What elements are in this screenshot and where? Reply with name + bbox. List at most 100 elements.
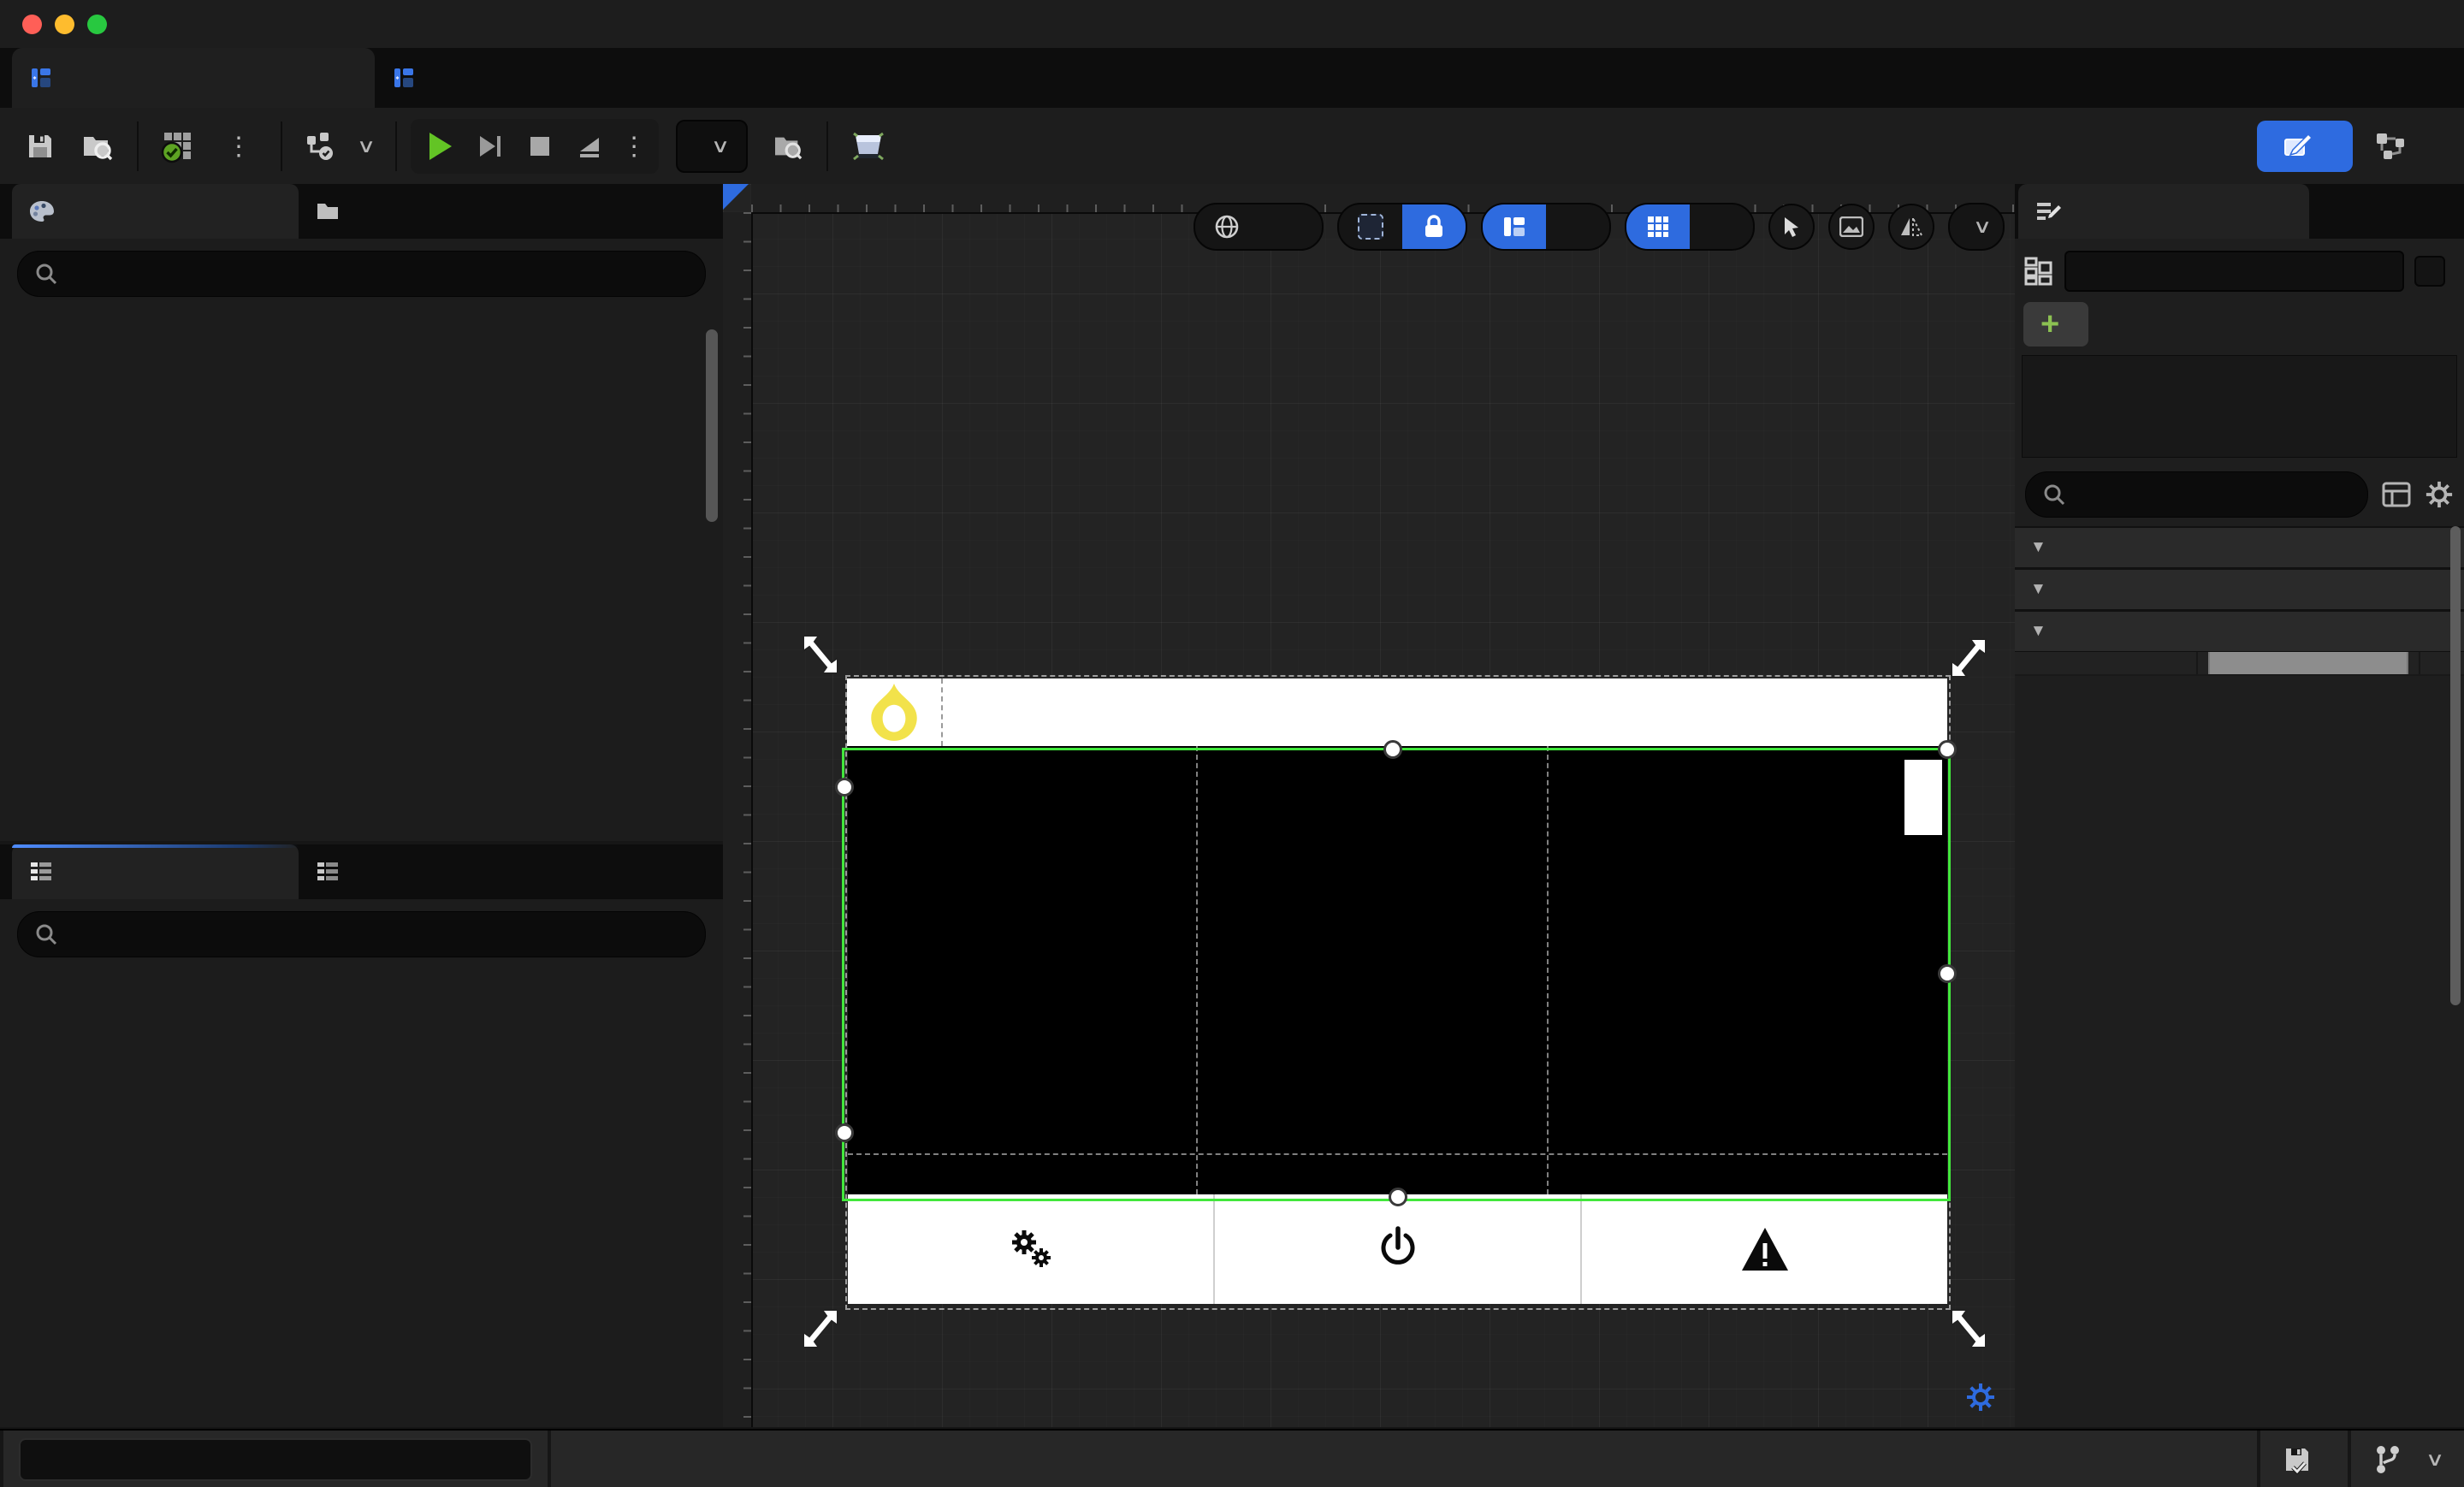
diff-button[interactable]: ∨ <box>291 119 387 174</box>
resize-handle-bottom-right[interactable] <box>1945 1306 1991 1353</box>
cursor-icon <box>1784 217 1798 237</box>
image-icon <box>1839 216 1863 237</box>
preview-background-button[interactable] <box>1827 204 1875 250</box>
mirror-icon <box>1900 217 1923 236</box>
palette-search-input[interactable] <box>17 251 706 297</box>
clipped-property-row <box>2015 652 2464 676</box>
handle-left-upper[interactable] <box>835 778 854 797</box>
debug-object-dropdown[interactable]: ∨ <box>676 120 749 173</box>
handle-left-lower[interactable] <box>835 1123 854 1142</box>
revision-control-button[interactable]: ∨ <box>2350 1431 2464 1487</box>
lock-button[interactable] <box>1401 204 1466 249</box>
dpi-scale <box>1953 1382 1996 1413</box>
window-controls[interactable] <box>22 14 107 34</box>
widget-blueprint-icon <box>31 67 53 89</box>
tab-wbp-cardentry[interactable] <box>375 48 448 108</box>
frame-skip-icon <box>480 136 501 157</box>
display-filter-icon[interactable] <box>2382 482 2411 507</box>
details-scrollbar[interactable] <box>2450 526 2461 1005</box>
widget-bind-icon <box>316 861 340 883</box>
vertical-ruler <box>723 212 753 1427</box>
hierarchy-panel <box>0 844 723 1427</box>
handle-bottom-center[interactable] <box>1389 1188 1407 1206</box>
asset-tab-bar <box>0 48 2464 108</box>
handle-top-right[interactable] <box>1938 740 1957 759</box>
handle-right-middle[interactable] <box>1938 964 1957 983</box>
section-slot[interactable]: ▼ <box>2015 526 2464 568</box>
tab-wbp-menu[interactable] <box>12 48 375 108</box>
search-icon <box>36 924 57 945</box>
tab-hierarchy[interactable] <box>12 844 299 899</box>
designer-icon <box>2284 133 2313 157</box>
section-accessibility[interactable]: ▼ <box>2015 610 2464 652</box>
globe-icon <box>1215 215 1239 239</box>
widget-blueprint-icon <box>394 67 416 89</box>
resize-handle-top-left[interactable] <box>798 631 844 677</box>
close-window-button[interactable] <box>22 14 42 34</box>
play-button[interactable] <box>416 122 465 170</box>
localization-preview-group <box>1193 203 1324 251</box>
section-fill-rules[interactable]: ▼ <box>2015 568 2464 610</box>
designer-viewport[interactable]: ∨ <box>723 184 2015 1427</box>
designer-mode-button[interactable] <box>2257 121 2353 172</box>
save-button[interactable] <box>12 119 68 174</box>
menu-bar <box>0 0 2464 49</box>
is-variable-checkbox[interactable] <box>2414 256 2445 287</box>
grid-snap-value[interactable] <box>1690 204 1753 249</box>
maximize-window-button[interactable] <box>87 14 107 34</box>
screen-size-dropdown[interactable]: ∨ <box>1947 203 2005 251</box>
details-panel: + ▼ ▼ ▼ <box>2015 184 2464 1427</box>
console-command-input[interactable] <box>19 1438 532 1481</box>
globe-button[interactable] <box>1195 204 1259 249</box>
grid-snap-button[interactable] <box>1626 204 1690 249</box>
selected-panel-outline <box>842 748 1951 1201</box>
viewport-toolbar: ∨ <box>1193 203 2005 251</box>
widget-outline-button[interactable] <box>1482 204 1546 249</box>
widget-reflector-button[interactable] <box>837 119 912 174</box>
hierarchy-search-input[interactable] <box>17 911 706 957</box>
chevron-down-icon: ∨ <box>710 135 731 157</box>
chevron-down-icon: ∨ <box>1972 216 1993 237</box>
tab-widget-bind[interactable] <box>299 844 369 899</box>
tab-library[interactable] <box>299 184 369 239</box>
possess-button[interactable] <box>565 122 614 170</box>
resize-handle-bottom-left[interactable] <box>798 1306 844 1353</box>
palette-scrollbar[interactable] <box>706 329 718 522</box>
grid-icon <box>1647 216 1668 237</box>
compile-button[interactable]: ⋮ <box>147 119 272 174</box>
chevron-down-icon: ∨ <box>356 135 376 157</box>
localization-none-button[interactable] <box>1259 204 1322 249</box>
flip-preview-button[interactable] <box>1887 204 1934 250</box>
details-icon <box>2035 199 2061 223</box>
graph-mode-button[interactable] <box>2353 121 2443 172</box>
marquee-select-button[interactable] <box>1339 204 1402 249</box>
resize-handle-top-right[interactable] <box>1945 634 1991 680</box>
minimize-window-button[interactable] <box>55 14 74 34</box>
save-status-button[interactable] <box>2260 1431 2348 1487</box>
folder-search-icon <box>775 137 803 160</box>
compile-status-icon <box>161 133 191 163</box>
add-component-button[interactable]: + <box>2023 302 2089 347</box>
lock-icon <box>1424 215 1442 237</box>
grid-snap-group <box>1624 203 1755 251</box>
palette-panel <box>0 184 723 841</box>
frame-skip-button[interactable] <box>465 122 515 170</box>
handle-top-center[interactable] <box>1383 740 1402 759</box>
respect-locks-button[interactable] <box>1546 204 1609 249</box>
find-in-content-browser-icon <box>84 137 113 161</box>
settings-gear-icon[interactable] <box>2425 480 2454 509</box>
stop-button[interactable] <box>515 122 565 170</box>
search-icon <box>36 264 57 285</box>
browse-asset-button[interactable] <box>68 119 128 174</box>
folder-icon <box>316 201 340 222</box>
tab-palette[interactable] <box>12 184 299 239</box>
play-icon <box>429 133 453 160</box>
debug-browse-button[interactable] <box>760 119 818 174</box>
cursor-tool-button[interactable] <box>1768 204 1815 250</box>
play-options-icon[interactable]: ⋮ <box>614 132 654 162</box>
compile-options-icon[interactable]: ⋮ <box>219 132 258 162</box>
tab-details[interactable] <box>2018 184 2309 239</box>
dpi-settings-gear-icon[interactable] <box>1965 1382 1996 1413</box>
widget-name-field[interactable] <box>2064 251 2404 292</box>
details-search-input[interactable] <box>2025 471 2368 518</box>
